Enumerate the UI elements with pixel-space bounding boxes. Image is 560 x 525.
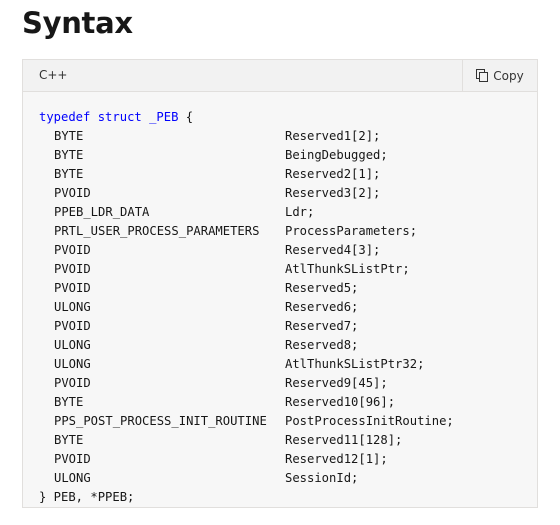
code-fields: BYTE Reserved1[2]; BYTE BeingDebugged; BYTE R… [39, 127, 454, 488]
code-line-closing: } PEB, *PPEB; [39, 490, 135, 504]
code-line-field: PVOID Reserved3[2]; [39, 184, 454, 203]
field-name: Reserved1[2]; [285, 129, 381, 143]
code-line-field: ULONG SessionId; [39, 469, 454, 488]
code-line-field: BYTE Reserved2[1]; [39, 165, 454, 184]
code-line-field: PRTL_USER_PROCESS_PARAMETERS ProcessParam… [39, 222, 454, 241]
field-name: SessionId; [285, 471, 359, 485]
field-type: BYTE [54, 167, 84, 181]
field-type: BYTE [54, 433, 84, 447]
code-line-field: PVOID Reserved12[1]; [39, 450, 454, 469]
field-name: AtlThunkSListPtr32; [285, 357, 425, 371]
field-name: Reserved10[96]; [285, 395, 396, 409]
field-type: PVOID [54, 281, 91, 295]
field-type: PVOID [54, 319, 91, 333]
field-name: Ldr; [285, 205, 315, 219]
field-name: Reserved4[3]; [285, 243, 381, 257]
field-type: PRTL_USER_PROCESS_PARAMETERS [54, 224, 260, 238]
field-type: PPS_POST_PROCESS_INIT_ROUTINE [54, 414, 267, 428]
field-name: Reserved6; [285, 300, 359, 314]
field-type: ULONG [54, 338, 91, 352]
code-line-field: ULONG Reserved8; [39, 336, 454, 355]
copy-button[interactable]: Copy [462, 60, 537, 91]
field-type: BYTE [54, 129, 84, 143]
code-struct-tag: _PEB [149, 110, 179, 124]
code-header: C++ Copy [23, 60, 537, 92]
code-line-opening: typedef struct _PEB { [39, 108, 454, 127]
code-language-label: C++ [39, 68, 68, 82]
field-type: BYTE [54, 148, 84, 162]
field-name: BeingDebugged; [285, 148, 388, 162]
code-line-field: BYTE Reserved11[128]; [39, 431, 454, 450]
code-line-field: BYTE Reserved1[2]; [39, 127, 454, 146]
field-name: AtlThunkSListPtr; [285, 262, 410, 276]
field-type: PVOID [54, 186, 91, 200]
field-name: ProcessParameters; [285, 224, 418, 238]
copy-icon [476, 69, 489, 82]
code-line-field: PVOID AtlThunkSListPtr; [39, 260, 454, 279]
page-heading: Syntax [22, 6, 133, 40]
field-name: Reserved9[45]; [285, 376, 388, 390]
field-type: PVOID [54, 243, 91, 257]
code-open-brace: { [185, 110, 194, 124]
code-line-field: PVOID Reserved5; [39, 279, 454, 298]
field-type: PVOID [54, 262, 91, 276]
code-line-field: BYTE Reserved10[96]; [39, 393, 454, 412]
code-keyword-typedef: typedef [39, 110, 91, 124]
field-name: Reserved12[1]; [285, 452, 388, 466]
field-type: PVOID [54, 376, 91, 390]
field-name: Reserved3[2]; [285, 186, 381, 200]
field-type: PVOID [54, 452, 91, 466]
code-line-field: PPEB_LDR_DATA Ldr; [39, 203, 454, 222]
field-name: Reserved5; [285, 281, 359, 295]
code-content: typedef struct _PEB {BYTE Reserved1[2]; BY… [39, 108, 454, 507]
field-name: PostProcessInitRoutine; [285, 414, 454, 428]
field-type: PPEB_LDR_DATA [54, 205, 150, 219]
code-line-field: ULONG Reserved6; [39, 298, 454, 317]
code-keyword-struct: struct [97, 110, 142, 124]
field-type: ULONG [54, 471, 91, 485]
field-type: ULONG [54, 357, 91, 371]
field-type: ULONG [54, 300, 91, 314]
field-name: Reserved7; [285, 319, 359, 333]
code-line-field: BYTE BeingDebugged; [39, 146, 454, 165]
copy-button-label: Copy [493, 68, 524, 83]
code-block: C++ Copy typedef struct _PEB { BYTE Reserv… [22, 59, 538, 508]
field-name: Reserved8; [285, 338, 359, 352]
code-line-field: PVOID Reserved4[3]; [39, 241, 454, 260]
field-name: Reserved11[128]; [285, 433, 403, 447]
field-name: Reserved2[1]; [285, 167, 381, 181]
code-line-field: PPS_POST_PROCESS_INIT_ROUTINE PostProcess… [39, 412, 454, 431]
code-line-field: PVOID Reserved7; [39, 317, 454, 336]
field-type: BYTE [54, 395, 84, 409]
code-line-field: PVOID Reserved9[45]; [39, 374, 454, 393]
code-line-field: ULONG AtlThunkSListPtr32; [39, 355, 454, 374]
